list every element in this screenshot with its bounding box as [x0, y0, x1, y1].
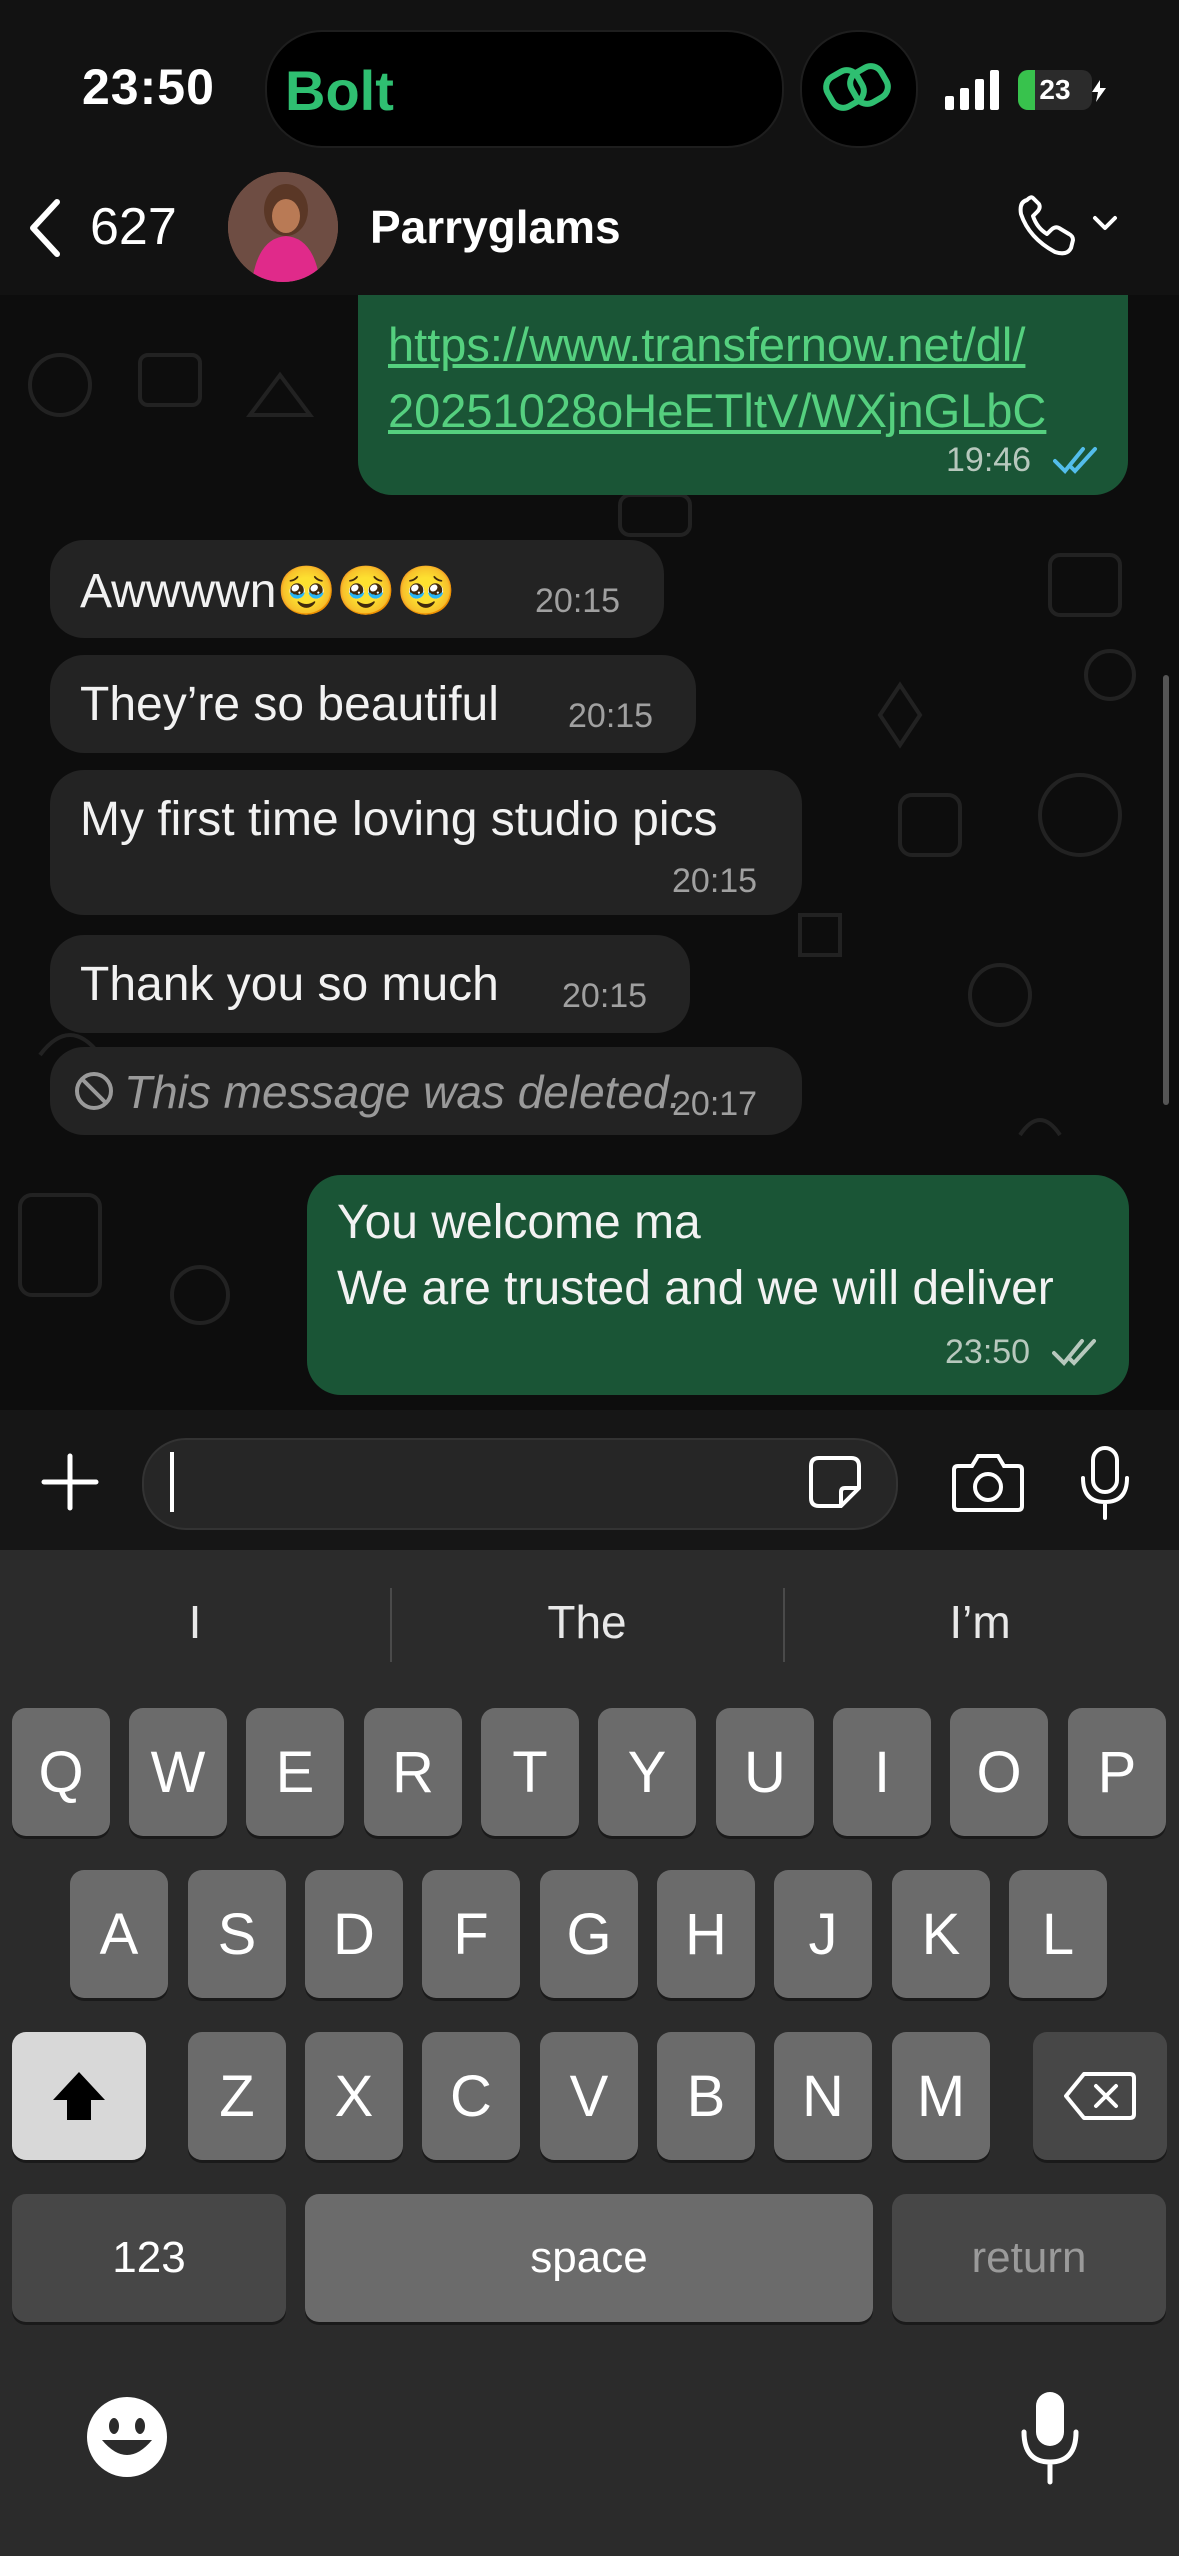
microphone-icon[interactable]: [1075, 1444, 1135, 1522]
message-bubble-deleted[interactable]: This message was deleted. 20:17: [50, 1047, 802, 1135]
battery-indicator: 23: [1018, 70, 1092, 110]
key-q[interactable]: Q: [12, 1708, 110, 1836]
emoji-icon[interactable]: [84, 2394, 170, 2480]
key-j[interactable]: J: [774, 1870, 872, 1998]
key-i[interactable]: I: [833, 1708, 931, 1836]
key-x[interactable]: X: [305, 2032, 403, 2160]
message-bubble-incoming[interactable]: They’re so beautiful 20:15: [50, 655, 696, 753]
link-icon: [823, 63, 891, 111]
key-a[interactable]: A: [70, 1870, 168, 1998]
key-v[interactable]: V: [540, 2032, 638, 2160]
message-time: 19:46: [946, 441, 1032, 479]
key-c[interactable]: C: [422, 2032, 520, 2160]
key-l[interactable]: L: [1009, 1870, 1107, 1998]
key-f[interactable]: F: [422, 1870, 520, 1998]
deleted-icon: [75, 1072, 113, 1110]
key-g[interactable]: G: [540, 1870, 638, 1998]
call-icon[interactable]: [1015, 192, 1125, 262]
message-bubble-incoming[interactable]: My first time loving studio pics 20:15: [50, 770, 802, 915]
message-input[interactable]: [142, 1438, 898, 1530]
backspace-icon: [1064, 2072, 1136, 2120]
back-chevron-icon[interactable]: [25, 198, 65, 258]
key-h[interactable]: H: [657, 1870, 755, 1998]
space-key[interactable]: space: [305, 2194, 873, 2322]
message-time: 20:15: [562, 977, 648, 1015]
message-link[interactable]: https://www.transfernow.net/dl/: [388, 317, 1025, 372]
chat-area[interactable]: https://www.transfernow.net/dl/ 20251028…: [0, 295, 1179, 1410]
message-time: 20:15: [568, 697, 654, 735]
message-bubble-incoming[interactable]: Thank you so much 20:15: [50, 935, 690, 1033]
message-time: 23:50: [945, 1333, 1031, 1371]
message-text: They’re so beautiful: [80, 678, 499, 731]
back-unread-count[interactable]: 627: [90, 197, 177, 257]
return-key[interactable]: return: [892, 2194, 1166, 2322]
delete-key[interactable]: [1033, 2032, 1167, 2160]
avatar[interactable]: [228, 172, 338, 282]
key-n[interactable]: N: [774, 2032, 872, 2160]
message-bubble-outgoing[interactable]: You welcome ma We are trusted and we wil…: [307, 1175, 1129, 1395]
signal-icon: [945, 70, 999, 110]
key-y[interactable]: Y: [598, 1708, 696, 1836]
key-b[interactable]: B: [657, 2032, 755, 2160]
key-r[interactable]: R: [364, 1708, 462, 1836]
key-z[interactable]: Z: [188, 2032, 286, 2160]
message-text: You welcome ma: [337, 1196, 701, 1249]
key-s[interactable]: S: [188, 1870, 286, 1998]
suggestion-2[interactable]: The: [392, 1595, 782, 1649]
key-o[interactable]: O: [950, 1708, 1048, 1836]
sticker-icon[interactable]: [805, 1452, 865, 1512]
key-m[interactable]: M: [892, 2032, 990, 2160]
camera-icon[interactable]: [950, 1448, 1026, 1514]
key-k[interactable]: K: [892, 1870, 990, 1998]
message-time: 20:17: [672, 1085, 758, 1123]
message-text: We are trusted and we will deliver: [337, 1262, 1054, 1315]
contact-name[interactable]: Parryglams: [370, 200, 621, 254]
key-d[interactable]: D: [305, 1870, 403, 1998]
message-time: 20:15: [535, 582, 621, 620]
key-u[interactable]: U: [716, 1708, 814, 1836]
message-bubble-incoming[interactable]: Awwwwn🥹🥹🥹 20:15: [50, 540, 664, 638]
message-bubble-outgoing[interactable]: https://www.transfernow.net/dl/ 20251028…: [358, 295, 1128, 495]
dictation-microphone-icon[interactable]: [1018, 2388, 1082, 2488]
status-time: 23:50: [82, 59, 215, 115]
numbers-key[interactable]: 123: [12, 2194, 286, 2322]
message-text: My first time loving studio pics: [80, 793, 718, 846]
plus-icon[interactable]: [40, 1452, 100, 1512]
suggestion-1[interactable]: I: [0, 1595, 390, 1649]
key-p[interactable]: P: [1068, 1708, 1166, 1836]
deleted-message-text: This message was deleted.: [124, 1066, 682, 1118]
battery-percent: 23: [1039, 74, 1071, 105]
shift-icon: [53, 2072, 105, 2120]
key-w[interactable]: W: [129, 1708, 227, 1836]
bolt-app-pill: Bolt: [285, 59, 394, 122]
delivered-receipt-icon: [1052, 1339, 1096, 1366]
message-text: Thank you so much: [80, 958, 499, 1011]
key-e[interactable]: E: [246, 1708, 344, 1836]
shift-key[interactable]: [12, 2032, 146, 2160]
scroll-indicator[interactable]: [1163, 675, 1169, 1105]
message-link[interactable]: 20251028oHeETltV/WXjnGLbC: [388, 383, 1046, 438]
message-text: Awwwwn🥹🥹🥹: [80, 565, 456, 618]
key-t[interactable]: T: [481, 1708, 579, 1836]
charging-icon: [1092, 80, 1106, 102]
message-time: 20:15: [672, 862, 758, 900]
read-receipt-icon: [1053, 447, 1097, 474]
suggestion-3[interactable]: I’m: [785, 1595, 1175, 1649]
text-cursor: [170, 1452, 174, 1512]
